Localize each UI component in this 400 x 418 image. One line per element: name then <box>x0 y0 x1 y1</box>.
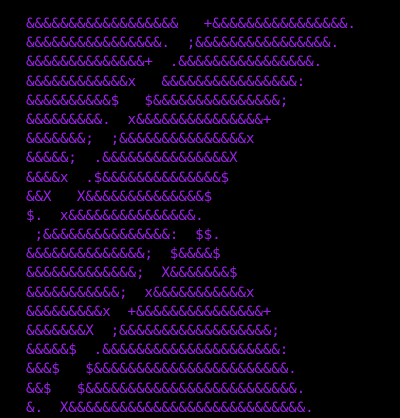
ascii-art: &&&&&&&&&&&&&&&&&& +&&&&&&&&&&&&&&&&. &&… <box>26 15 386 418</box>
ascii-line: &&&&&&&&&&&&&&&&. ;&&&&&&&&&&&&&&&&. <box>26 35 339 52</box>
ascii-line: $. x&&&&&&&&&&&&&&&. <box>26 207 204 224</box>
ascii-line: &&&&&&&&&&&; x&&&&&&&&&&&x <box>26 284 255 301</box>
ascii-line: &&&&&; .&&&&&&&&&&&&&&&X <box>26 150 238 167</box>
ascii-line: ;&&&&&&&&&&&&&&&: $$. <box>26 227 221 244</box>
ascii-line: &&X X&&&&&&&&&&&&&&$ <box>26 188 213 205</box>
ascii-line: &&&&&&&&&&&&x &&&&&&&&&&&&&&&&: <box>26 73 306 90</box>
ascii-line: &&&&&&&&&x +&&&&&&&&&&&&&&&+ <box>26 303 272 320</box>
ascii-line: &&&&&$ .&&&&&&&&&&&&&&&&&&&&&: <box>26 342 289 359</box>
ascii-line: &&&&&&&&&&&&&&&&&& +&&&&&&&&&&&&&&&&. <box>26 16 356 32</box>
ascii-line: &&&&&&&&&. x&&&&&&&&&&&&&&&+ <box>26 111 272 128</box>
ascii-line: &&&&&&&&&&&&&; X&&&&&&&$ <box>26 265 238 282</box>
ascii-line: &&$ $&&&&&&&&&&&&&&&&&&&&&&&&&. <box>26 380 306 397</box>
ascii-line: &&&$ $&&&&&&&&&&&&&&&&&&&&&&&. <box>26 361 297 378</box>
ascii-line: &&&&&&&X ;&&&&&&&&&&&&&&&&&&; <box>26 323 280 339</box>
ascii-line: &&&&&&&&&&&&&&+ .&&&&&&&&&&&&&&&&. <box>26 54 323 71</box>
ascii-line: &&&&x .$&&&&&&&&&&&&&&$ <box>26 169 229 186</box>
ascii-line: &&&&&&&&&&&&&&; $&&&&$ <box>26 246 221 263</box>
ascii-line: &. X&&&&&&&&&&&&&&&&&&&&&&&&&&&&. <box>26 399 314 416</box>
ascii-line: &&&&&&&; ;&&&&&&&&&&&&&&&x <box>26 131 255 148</box>
ascii-line: &&&&&&&&&&$ $&&&&&&&&&&&&&&&; <box>26 92 289 109</box>
